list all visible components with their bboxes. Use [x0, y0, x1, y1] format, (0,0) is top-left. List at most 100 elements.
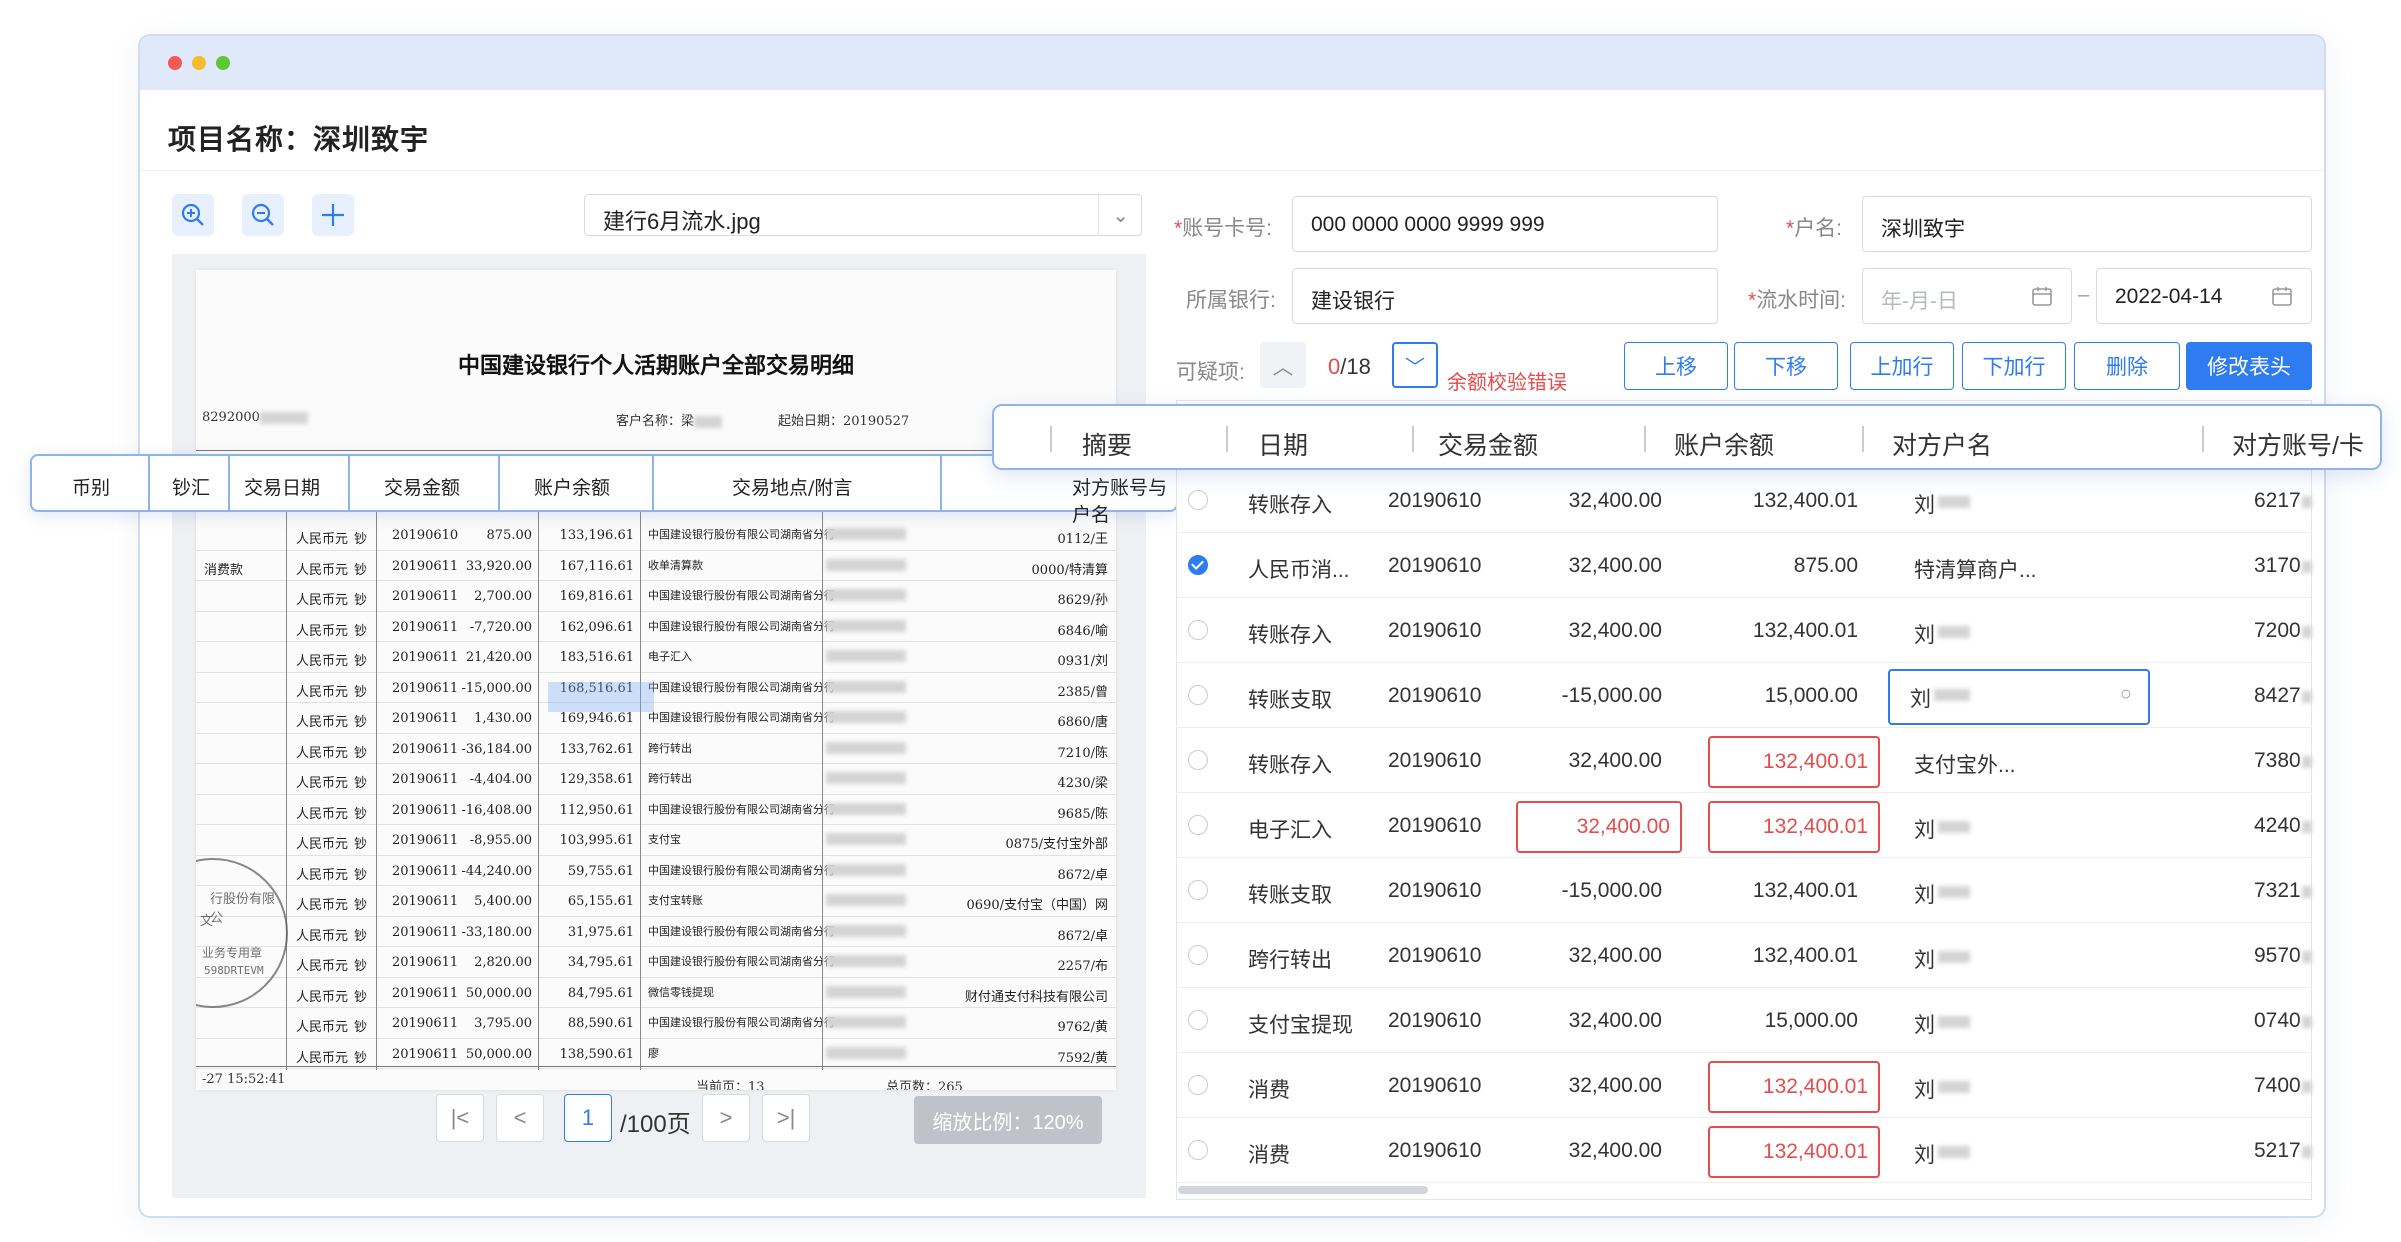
detected-header-right[interactable]: 摘要 日期 交易金额 账户余额 对方户名 对方账号/卡: [992, 404, 2382, 470]
next-suspicious-button[interactable]: ﹀: [1392, 342, 1438, 388]
statement-cell: 8629/孙: [1057, 593, 1108, 608]
cell-summary: 转账支取: [1248, 884, 1332, 907]
statement-vline: [286, 510, 287, 1070]
cell-amount: 32,400.00: [1568, 944, 1662, 967]
cell-amount-error[interactable]: 32,400.00: [1516, 801, 1682, 853]
cell-date: 20190610: [1388, 684, 1482, 707]
table-row[interactable]: 转账存入 20190610 32,400.00 132,400.01 刘 7200: [1176, 598, 2312, 663]
cell-balance-error[interactable]: 132,400.01: [1708, 1126, 1880, 1178]
redaction: [826, 802, 906, 815]
date-to-field[interactable]: 2022-04-14: [2096, 268, 2312, 324]
table-row[interactable]: 人民币消... 20190610 32,400.00 875.00 特清算商户... 31…: [1176, 533, 2312, 598]
row-checkbox[interactable]: [1188, 750, 1208, 770]
row-checkbox-checked[interactable]: [1188, 555, 1208, 575]
statement-cell: 2,700.00: [474, 589, 532, 604]
row-checkbox[interactable]: [1188, 1075, 1208, 1095]
calendar-icon: [2032, 287, 2052, 306]
insert-above-button[interactable]: 上加行: [1850, 342, 1954, 390]
table-row[interactable]: 转账支取 20190610 -15,000.00 132,400.01 刘 7321: [1176, 858, 2312, 923]
move-button[interactable]: [312, 194, 354, 236]
statement-row: 消费款 人民币元钞 20190611 33,920.00 167,116.61 收单清算款…: [196, 551, 1116, 581]
statement-cell: 9685/陈: [1057, 806, 1108, 822]
statement-total-pages: 总页数：265: [886, 1080, 963, 1090]
header-cell: 交易金额: [1438, 432, 1539, 460]
account-field[interactable]: 000 0000 0000 9999 999: [1292, 196, 1718, 252]
statement-cell: 20190611: [392, 863, 459, 879]
table-row[interactable]: 跨行转出 20190610 32,400.00 132,400.01 刘 9570: [1176, 923, 2312, 988]
table-row[interactable]: 支付宝提现 20190610 32,400.00 15,000.00 刘 0740: [1176, 988, 2312, 1053]
redaction: [1938, 821, 1970, 833]
table-row[interactable]: 消费 20190610 32,400.00 132,400.01 刘 7400: [1176, 1053, 2312, 1118]
cell-payee: 刘: [1910, 688, 1931, 711]
row-checkbox[interactable]: [1188, 815, 1208, 835]
row-checkbox[interactable]: [1188, 945, 1208, 965]
file-select[interactable]: 建行6月流水.jpg ⌄: [584, 194, 1142, 236]
page-input[interactable]: 1: [564, 1094, 612, 1142]
table-row[interactable]: 电子汇入 20190610 32,400.00 132,400.01 刘 4240: [1176, 793, 2312, 858]
statement-cell: 50,000.00: [465, 1046, 532, 1062]
row-checkbox[interactable]: [1188, 880, 1208, 900]
cell-amount: 32,400.00: [1568, 1009, 1662, 1032]
cell-balance-error[interactable]: 132,400.01: [1708, 736, 1880, 788]
row-checkbox[interactable]: [1188, 685, 1208, 705]
account-label: *账号卡号:: [1174, 212, 1272, 242]
statement-cell: 跨行转出: [648, 741, 692, 755]
statement-cell: 103,995.61: [559, 833, 634, 848]
statement-row: 人民币元钞 20190611 2,820.00 34,795.61 中国建设银行股份有限…: [196, 947, 1116, 978]
highlight-selection: [548, 682, 654, 712]
statement-row: 人民币元钞 20190611 -4,404.00 129,358.61 跨行转出 4230…: [196, 764, 1116, 795]
window-maximize-button[interactable]: [216, 56, 230, 70]
insert-below-button[interactable]: 下加行: [1962, 342, 2066, 390]
name-field[interactable]: 深圳致宇: [1862, 196, 2312, 252]
cell-account: 5217: [2254, 1139, 2301, 1162]
row-checkbox[interactable]: [1188, 490, 1208, 510]
header-cell: 对方账号/卡: [2232, 432, 2364, 460]
horizontal-scrollbar[interactable]: [1178, 1186, 1428, 1194]
edit-header-button[interactable]: 修改表头: [2186, 342, 2312, 390]
table-row[interactable]: 转账存入 20190610 32,400.00 132,400.01 支付宝外... 73…: [1176, 728, 2312, 793]
move-down-button[interactable]: 下移: [1734, 342, 1838, 390]
move-up-button[interactable]: 上移: [1624, 342, 1728, 390]
table-row[interactable]: 消费 20190610 32,400.00 132,400.01 刘 5217: [1176, 1118, 2312, 1183]
cell-balance-error[interactable]: 132,400.01: [1708, 1061, 1880, 1113]
cell-date: 20190610: [1388, 1074, 1482, 1097]
error-message: 余额校验错误: [1447, 372, 1567, 394]
redaction: [826, 894, 906, 906]
redaction: [1938, 626, 1970, 638]
statement-cell: 2385/曾: [1057, 684, 1108, 700]
statement-cell: 20190611: [392, 711, 459, 726]
cell-account: 8427: [2254, 684, 2301, 707]
payee-search-input[interactable]: 刘 ○: [1888, 669, 2150, 725]
name-value: 深圳致宇: [1881, 218, 1965, 241]
delete-button[interactable]: 删除: [2074, 342, 2180, 390]
statement-vline: [640, 510, 641, 1070]
statement-cell: 183,516.61: [559, 650, 634, 665]
prev-suspicious-button[interactable]: ︿: [1260, 342, 1306, 388]
redaction: [1934, 689, 1970, 701]
row-checkbox[interactable]: [1188, 1140, 1208, 1160]
next-page-button[interactable]: >: [702, 1094, 750, 1142]
statement-current-page: 当前页：13: [696, 1080, 765, 1090]
last-page-button[interactable]: >|: [762, 1094, 810, 1142]
statement-cell: 59,755.61: [567, 863, 634, 879]
first-page-button[interactable]: |<: [436, 1094, 484, 1142]
zoom-out-button[interactable]: [242, 194, 284, 236]
cell-amount: 32,400.00: [1568, 554, 1662, 577]
row-checkbox[interactable]: [1188, 620, 1208, 640]
statement-cell: 人民币元: [296, 623, 349, 639]
cell-balance-error[interactable]: 132,400.01: [1708, 801, 1880, 853]
prev-page-button[interactable]: <: [496, 1094, 544, 1142]
date-to-value: 2022-04-14: [2115, 285, 2223, 308]
table-row[interactable]: 转账支取 20190610 -15,000.00 15,000.00 刘 ○ 8427: [1176, 663, 2312, 728]
window-minimize-button[interactable]: [192, 56, 206, 70]
table-row[interactable]: 转账存入 20190610 32,400.00 132,400.01 刘 6217: [1176, 468, 2312, 533]
zoom-in-button[interactable]: [172, 194, 214, 236]
row-checkbox[interactable]: [1188, 1010, 1208, 1030]
statement-row: 人民币元钞 20190611 5,400.00 65,155.61 支付宝转账 0690/…: [196, 886, 1116, 917]
cell-payee: 刘: [1914, 1014, 1935, 1037]
page-total: /100页: [620, 1111, 691, 1138]
window-close-button[interactable]: [168, 56, 182, 70]
statement-cell: 20190611: [392, 802, 459, 818]
bank-field[interactable]: 建设银行: [1292, 268, 1718, 324]
date-from-field[interactable]: 年-月-日: [1862, 268, 2072, 324]
